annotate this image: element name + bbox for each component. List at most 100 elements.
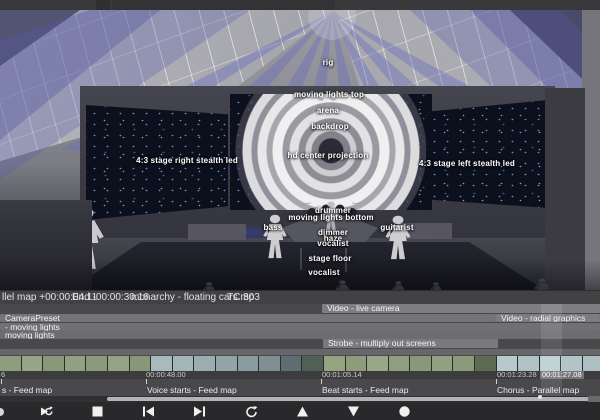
timeline-ruler[interactable]: 600:00:48.0000:01:05.1400:01:23.2800:01:…	[0, 371, 600, 379]
ruler-timestamp: 00:00:48.00	[146, 371, 186, 379]
drum-platform	[282, 216, 378, 242]
cue-cell[interactable]	[583, 356, 600, 371]
cue-cell[interactable]	[518, 356, 539, 371]
timeline-track-bar[interactable]	[0, 349, 600, 356]
cue-cell[interactable]	[173, 356, 194, 371]
cue-cell[interactable]	[410, 356, 431, 371]
cue-cell[interactable]	[108, 356, 129, 371]
transport-bar	[0, 402, 600, 420]
cue-cell[interactable]	[22, 356, 43, 371]
scene-label: 4:3 stage right stealth led	[136, 156, 238, 165]
truss-glow	[308, 10, 356, 40]
status-item: TC 30	[227, 292, 254, 303]
scene-label: vocalist	[308, 268, 339, 277]
ruler-timestamp: 00:01:23.28	[497, 371, 537, 379]
truss-bar	[240, 90, 420, 92]
cue-cell[interactable]	[0, 356, 21, 371]
cue-cell[interactable]	[216, 356, 237, 371]
stop-button[interactable]	[91, 405, 104, 418]
cue-cell[interactable]	[259, 356, 280, 371]
marker-label[interactable]: s - Feed map	[2, 385, 52, 395]
ruler-timestamp: 6	[1, 371, 5, 379]
replay-icon	[245, 405, 258, 418]
cue-cell[interactable]	[367, 356, 388, 371]
marker-up-button[interactable]	[296, 405, 309, 418]
venue-wall-right	[582, 10, 600, 290]
clipped-icon	[0, 408, 4, 416]
audience-figure	[202, 282, 216, 290]
cue-cell[interactable]	[561, 356, 582, 371]
stage-light-glow	[218, 224, 278, 242]
record-button[interactable]	[398, 405, 411, 418]
ceiling-grid-left	[0, 10, 600, 290]
scene-label: backdrop	[311, 122, 349, 131]
stage-riser-right	[398, 223, 452, 239]
scene-label: guitarist	[380, 223, 413, 232]
scene-label: bass	[263, 223, 282, 232]
cue-cell[interactable]	[130, 356, 151, 371]
cue-cell[interactable]	[238, 356, 259, 371]
previous-button[interactable]	[142, 405, 155, 418]
3d-stage-viewport[interactable]: rigmoving lights toparenabackdrophd cent…	[0, 10, 600, 290]
performer-figure-drummer	[322, 201, 339, 230]
cue-cell[interactable]	[302, 356, 323, 371]
track-label: CameraPreset	[0, 314, 496, 322]
stage-left-led-screen	[426, 100, 548, 208]
loop-play-icon	[40, 405, 53, 418]
cue-cell[interactable]	[65, 356, 86, 371]
ceiling-grid-right	[0, 10, 600, 290]
cue-cell[interactable]	[86, 356, 107, 371]
cue-cell[interactable]	[43, 356, 64, 371]
loop-play-button[interactable]	[40, 405, 53, 418]
triangle-up-icon	[296, 405, 309, 418]
venue-dark-right	[545, 88, 585, 290]
cue-cell[interactable]	[475, 356, 496, 371]
scene-label: haze	[324, 234, 343, 243]
center-projection-screen	[230, 94, 432, 210]
marker-down-button[interactable]	[347, 405, 360, 418]
track-label: moving lights	[0, 331, 600, 339]
cue-cell[interactable]	[281, 356, 302, 371]
marker-label[interactable]: Beat starts - Feed map	[322, 385, 408, 395]
scrollbar-thumb[interactable]	[107, 397, 596, 401]
replay-button[interactable]	[245, 405, 258, 418]
stage-floor-surface	[55, 242, 560, 290]
scene-label: moving lights top	[294, 90, 364, 99]
timeline-panel[interactable]: Video - live cameraCameraPresetVideo - r…	[0, 304, 600, 396]
timeline-track-bar[interactable]: Strobe - multiply out screens	[323, 339, 498, 348]
skip-forward-icon	[193, 405, 206, 418]
cue-cell[interactable]	[497, 356, 518, 371]
cue-cell[interactable]	[389, 356, 410, 371]
venue-corner-right	[510, 10, 600, 96]
playback-status-bar: llel map +00:00:04.11End -00:00:30.16mon…	[0, 290, 600, 304]
window-title-bar	[0, 0, 600, 10]
timeline-cue-cells	[0, 356, 600, 371]
record-icon	[398, 405, 411, 418]
arena-back-wall	[80, 86, 555, 238]
marker-label[interactable]: Chorus - Parallel map	[497, 385, 579, 395]
marker-dot	[538, 395, 542, 399]
track-label: - moving lights	[0, 323, 600, 331]
scene-label: dimmer	[318, 228, 348, 237]
cue-cell[interactable]	[346, 356, 367, 371]
cue-cell[interactable]	[453, 356, 474, 371]
light-beams	[0, 10, 600, 290]
ruler-timestamp: 00:01:05.14	[322, 371, 362, 379]
next-button[interactable]	[193, 405, 206, 418]
timeline-track-bar[interactable]: moving lights	[0, 331, 600, 339]
marker-label[interactable]: Voice starts - Feed map	[147, 385, 237, 395]
cue-cell[interactable]	[151, 356, 172, 371]
timeline-track-bar[interactable]: CameraPreset	[0, 314, 496, 322]
cue-cell[interactable]	[432, 356, 453, 371]
cue-cell[interactable]	[194, 356, 215, 371]
scene-label: stage floor	[308, 254, 351, 263]
stage-riser-left	[188, 224, 246, 240]
playhead-indicator[interactable]	[541, 304, 562, 396]
performer-figure-bass	[263, 215, 286, 258]
timeline-track-bar[interactable]: - moving lights	[0, 323, 600, 331]
cue-cell[interactable]	[324, 356, 345, 371]
scene-label: drummer	[315, 206, 351, 215]
title-bar-segment	[96, 0, 110, 10]
audience-figure	[430, 282, 442, 290]
audience-figure	[534, 278, 550, 290]
